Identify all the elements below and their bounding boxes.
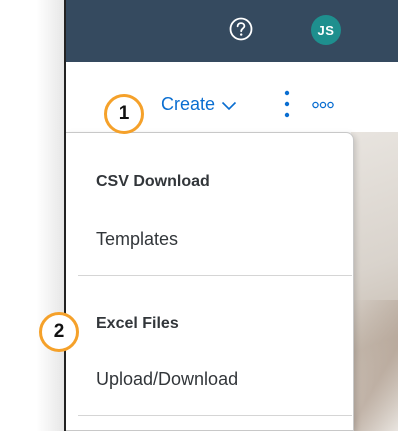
question-circle-icon[interactable]	[228, 16, 254, 42]
create-button-label: Create	[161, 94, 216, 114]
menu-divider	[78, 415, 352, 416]
menu-heading-excel-files: Excel Files	[96, 315, 179, 332]
chevron-down-icon	[221, 101, 237, 110]
create-dropdown-menu: CSV Download Templates Excel Files Uploa…	[66, 132, 354, 431]
menu-item-upload-download[interactable]: Upload/Download	[96, 369, 238, 390]
horizontal-ellipsis-icon[interactable]	[312, 101, 334, 109]
create-button[interactable]: Create	[161, 94, 237, 115]
app-window: JS Create CSV Download Templates Excel F…	[66, 0, 398, 431]
menu-divider	[78, 275, 352, 276]
background-photo-shape	[351, 300, 398, 431]
step-callout-2: 2	[39, 312, 79, 352]
page-background	[0, 0, 66, 431]
step-callout-1: 1	[104, 94, 144, 134]
menu-item-templates[interactable]: Templates	[96, 229, 178, 250]
menu-heading-csv-download: CSV Download	[96, 173, 210, 190]
user-avatar[interactable]: JS	[311, 15, 341, 45]
shell-header: JS	[66, 0, 398, 62]
vertical-ellipsis-icon[interactable]	[284, 90, 290, 118]
